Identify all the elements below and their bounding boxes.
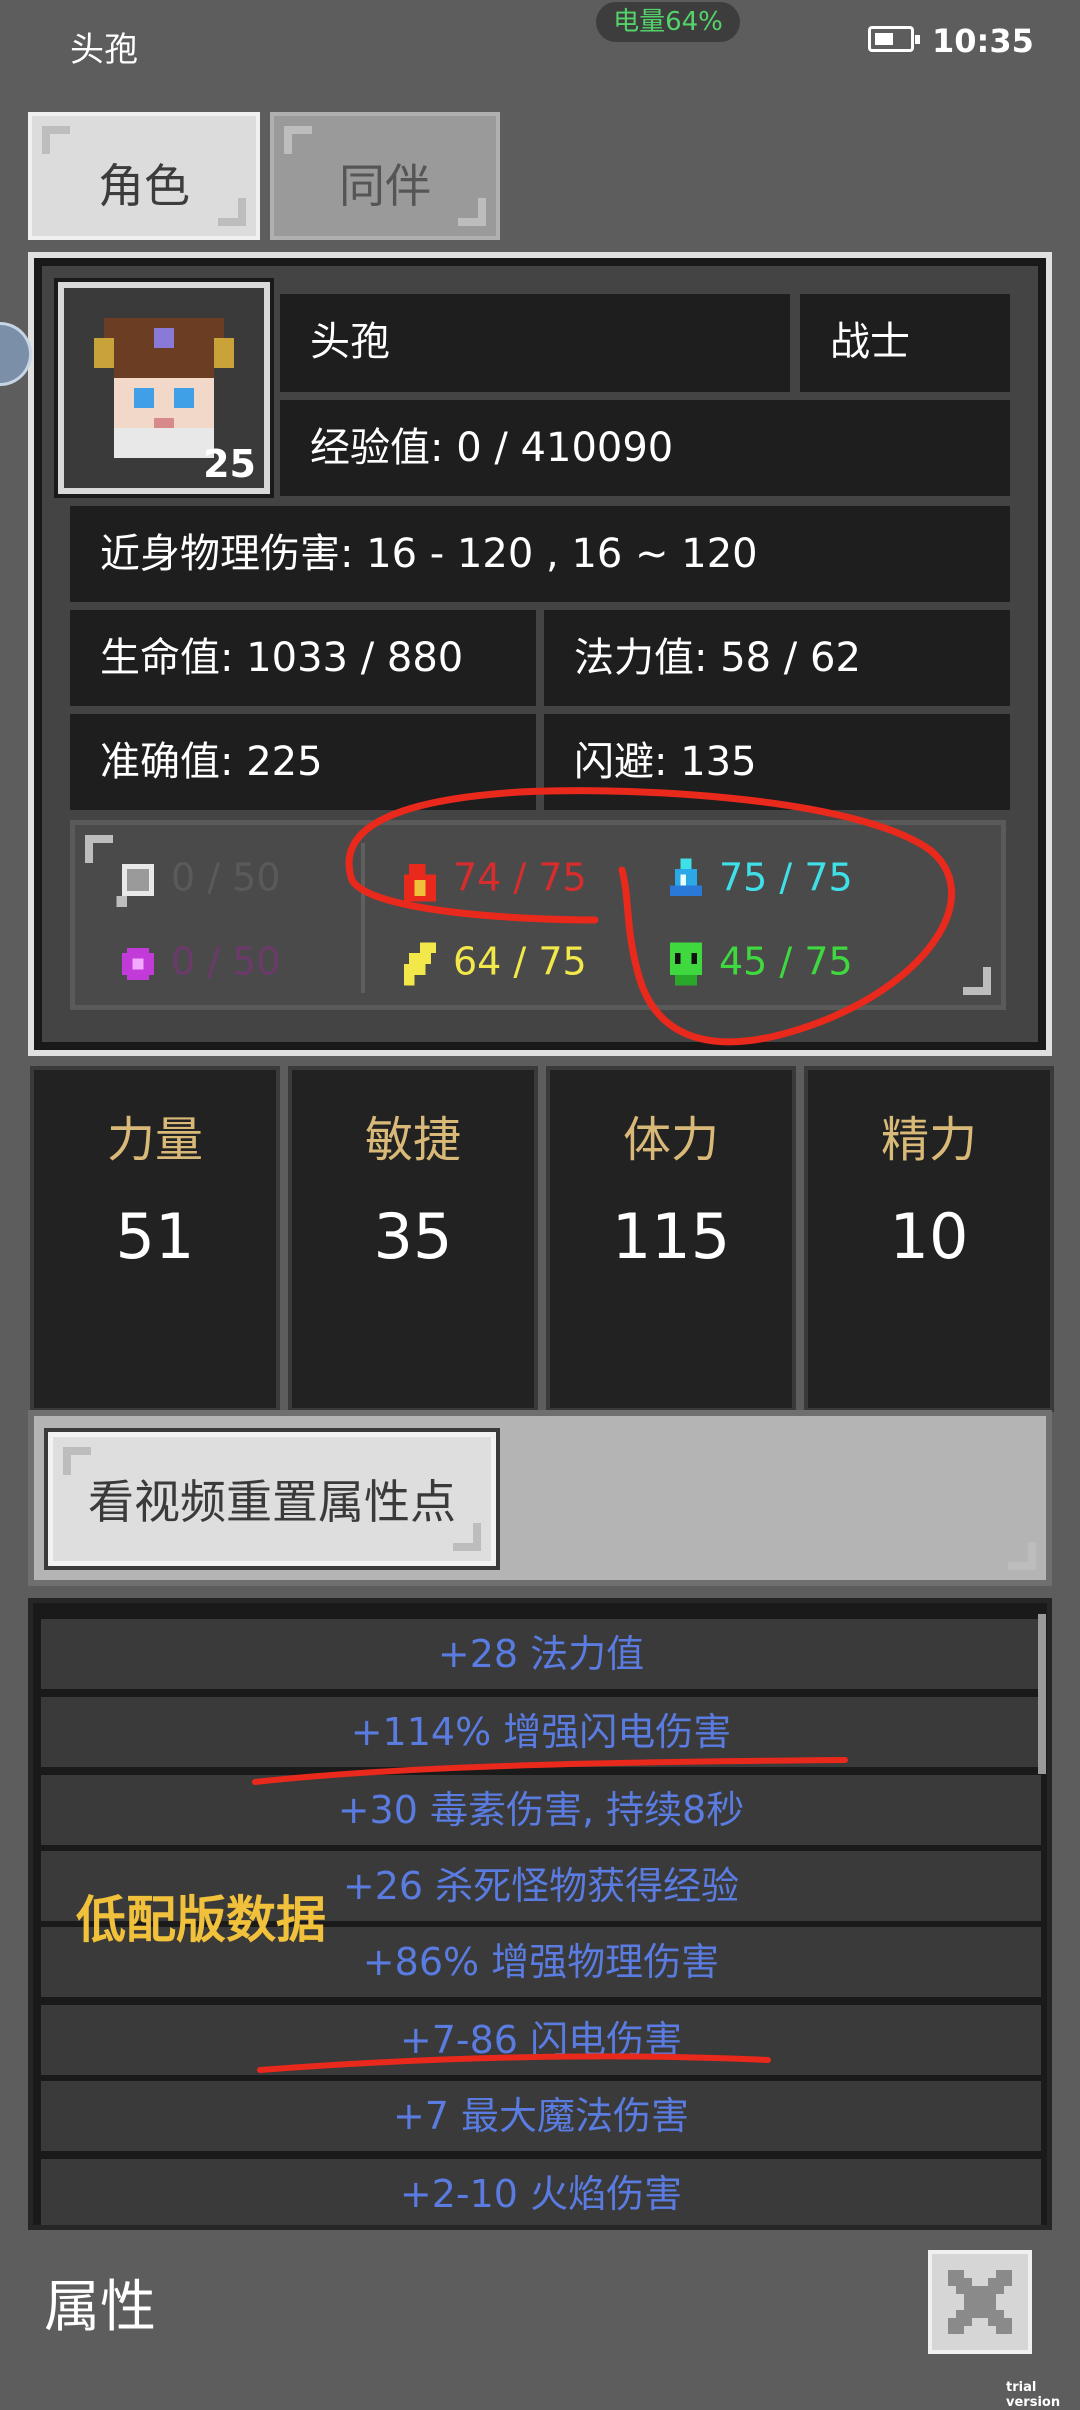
attribute-vitality-value: 115: [611, 1200, 731, 1273]
attribute-energy[interactable]: 精力 10: [804, 1066, 1054, 1412]
attribute-agility[interactable]: 敏捷 35: [288, 1066, 538, 1412]
lightning-icon: [403, 942, 437, 986]
resistance-lightning-value: 64 / 75: [453, 939, 587, 984]
status-time: 10:35: [932, 22, 1034, 60]
character-level: 25: [203, 442, 256, 486]
character-class: 战士: [800, 294, 1010, 392]
tab-companion-label: 同伴: [339, 159, 431, 213]
status-app-name: 头孢: [70, 30, 138, 70]
bonus-row: +30 毒素伤害, 持续8秒: [41, 1775, 1041, 1845]
mp-value: 法力值: 58 / 62: [544, 610, 1010, 706]
reset-button-label: 看视频重置属性点: [88, 1475, 456, 1529]
corner-decoration: [218, 198, 246, 226]
tab-character[interactable]: 角色: [28, 112, 260, 240]
physical-shield-icon: [116, 863, 155, 907]
close-button[interactable]: [928, 2250, 1032, 2354]
corner-decoration: [963, 967, 991, 995]
attribute-agility-value: 35: [373, 1200, 453, 1273]
poison-skull-icon: [669, 942, 703, 986]
battery-icon: [868, 26, 920, 52]
fire-icon: [403, 863, 437, 902]
resistance-poison: 45 / 75: [659, 937, 853, 991]
resistance-physical-value: 0 / 50: [171, 855, 281, 900]
dodge-value: 闪避: 135: [544, 714, 1010, 810]
ice-crystal-icon: [669, 858, 703, 897]
corner-decoration: [85, 835, 113, 863]
resistance-arcane: 0 / 50: [111, 937, 281, 991]
character-avatar: 25: [54, 278, 274, 498]
bonus-row: +7 最大魔法伤害: [41, 2081, 1041, 2151]
corner-decoration: [63, 1447, 91, 1475]
attribute-vitality[interactable]: 体力 115: [546, 1066, 796, 1412]
bonus-row: +28 法力值: [41, 1619, 1041, 1689]
tab-character-label: 角色: [98, 159, 190, 213]
hp-value: 生命值: 1033 / 880: [70, 610, 536, 706]
bonus-row: +2-10 火焰伤害: [41, 2159, 1041, 2225]
resistance-fire: 74 / 75: [393, 853, 587, 907]
resistance-physical: 0 / 50: [111, 853, 281, 907]
resistance-arcane-value: 0 / 50: [171, 939, 281, 984]
resistance-ice-value: 75 / 75: [719, 855, 853, 900]
attribute-strength-value: 51: [115, 1200, 195, 1273]
footer-title: 属性: [44, 2275, 156, 2340]
attribute-energy-label: 精力: [880, 1112, 977, 1168]
watermark-text: 低配版数据: [76, 1891, 326, 1949]
accuracy-value: 准确值: 225: [70, 714, 536, 810]
close-x-icon: [948, 2270, 1012, 2334]
bonus-list-scrollbar[interactable]: [1038, 1614, 1046, 1774]
resistance-poison-value: 45 / 75: [719, 939, 853, 984]
tab-companion[interactable]: 同伴: [270, 112, 500, 240]
trial-version-note: trial version: [1006, 2380, 1061, 2410]
corner-decoration: [453, 1523, 481, 1551]
resistance-lightning: 64 / 75: [393, 937, 587, 991]
bonus-row: +114% 增强闪电伤害: [41, 1697, 1041, 1767]
arcane-orb-icon: [121, 947, 155, 981]
attribute-vitality-label: 体力: [622, 1112, 719, 1168]
melee-damage: 近身物理伤害: 16 - 120 , 16 ~ 120: [70, 506, 1010, 602]
attribute-strength-label: 力量: [106, 1112, 203, 1168]
corner-decoration: [42, 126, 70, 154]
battery-percentage-pill: 电量64%: [596, 2, 740, 42]
resistance-ice: 75 / 75: [659, 853, 853, 907]
attribute-strength[interactable]: 力量 51: [30, 1066, 280, 1412]
corner-decoration: [458, 198, 486, 226]
watch-video-reset-button[interactable]: 看视频重置属性点: [44, 1428, 500, 1570]
corner-decoration: [1008, 1542, 1036, 1570]
bonus-row: +7-86 闪电伤害: [41, 2005, 1041, 2075]
resistance-panel: 0 / 50 0 / 50 74 / 75 64 / 75 75 / 75 45…: [70, 820, 1006, 1010]
attribute-energy-value: 10: [889, 1200, 969, 1273]
character-name: 头孢: [280, 294, 790, 392]
experience-value: 经验值: 0 / 410090: [280, 400, 1010, 496]
resistance-divider: [361, 843, 365, 993]
corner-decoration: [284, 126, 312, 154]
attribute-agility-label: 敏捷: [364, 1112, 461, 1168]
resistance-fire-value: 74 / 75: [453, 855, 587, 900]
